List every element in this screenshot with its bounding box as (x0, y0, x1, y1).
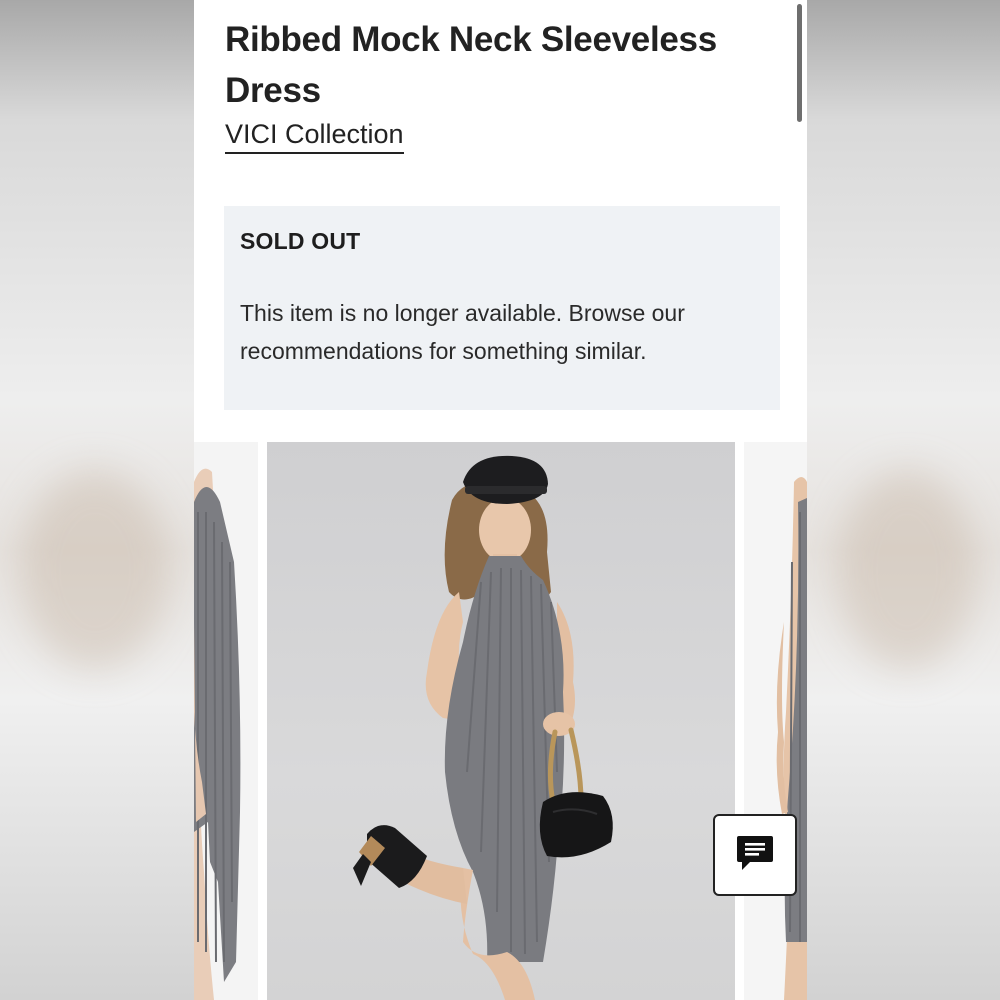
brand-link[interactable]: VICI Collection (225, 117, 404, 154)
sold-out-message: This item is no longer available. Browse… (240, 300, 685, 364)
product-title: Ribbed Mock Neck Sleeveless Dress (225, 20, 717, 110)
product-image-next[interactable] (744, 442, 807, 1000)
chat-icon (736, 834, 774, 877)
blurred-backdrop-right (807, 0, 1000, 1000)
blurred-backdrop-left (0, 0, 194, 1000)
chat-button[interactable] (713, 814, 797, 896)
product-image-prev[interactable] (194, 442, 258, 1000)
product-image-carousel[interactable] (194, 442, 807, 1000)
product-image-main[interactable] (267, 442, 735, 1000)
sold-out-heading: SOLD OUT (240, 228, 361, 254)
sold-out-notice: SOLD OUT This item is no longer availabl… (224, 206, 780, 410)
page-scrollbar[interactable] (797, 4, 802, 122)
